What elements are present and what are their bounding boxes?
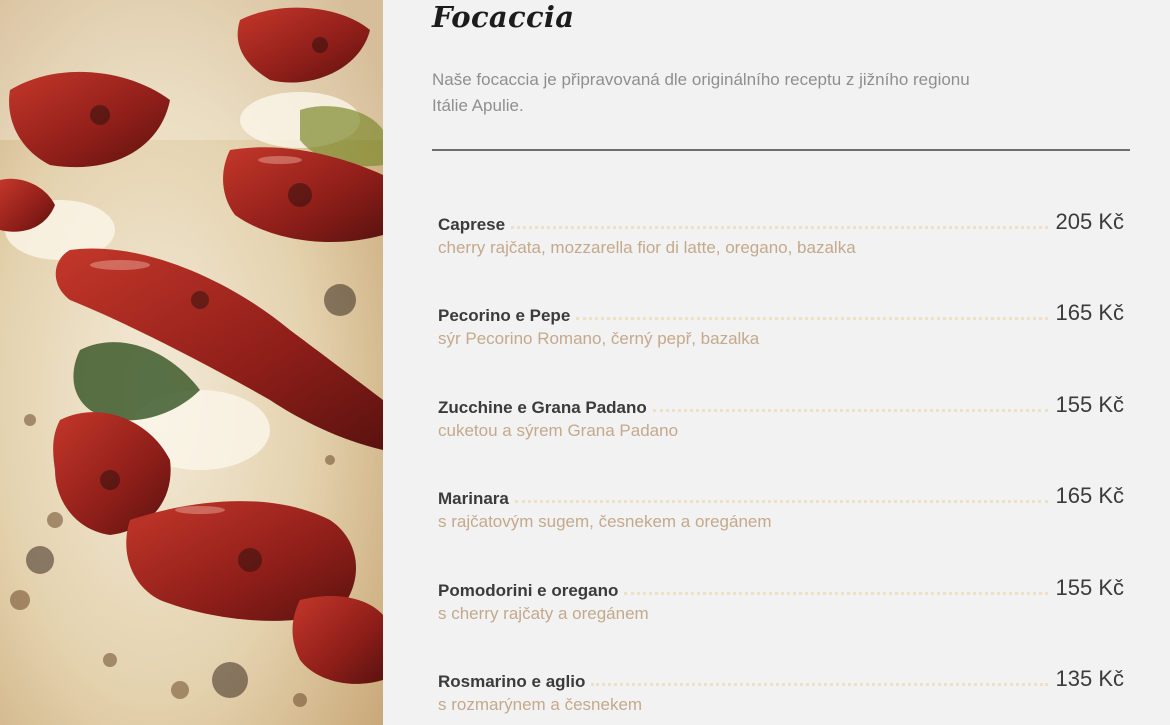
- item-name: Zucchine e Grana Padano: [438, 398, 647, 417]
- focaccia-illustration: [0, 0, 383, 725]
- item-price: 135 Kč: [1055, 666, 1125, 691]
- menu-section: Focaccia Naše focaccia je připravovaná d…: [432, 0, 1130, 725]
- dot-leader: [511, 226, 1048, 229]
- menu-item: Rosmarino e aglio 135 Kč s rozmarýnem a …: [438, 662, 1124, 722]
- item-name: Pecorino e Pepe: [438, 306, 571, 325]
- item-name: Caprese: [438, 215, 506, 234]
- item-description: cherry rajčata, mozzarella fior di latte…: [438, 238, 856, 257]
- item-name: Pomodorini e oregano: [438, 581, 619, 600]
- item-name: Rosmarino e aglio: [438, 672, 586, 691]
- dot-leader: [576, 317, 1048, 320]
- section-title: Focaccia: [432, 0, 575, 34]
- item-price: 165 Kč: [1055, 300, 1125, 325]
- item-description: sýr Pecorino Romano, černý pepř, bazalka: [438, 329, 760, 348]
- dot-leader: [591, 683, 1048, 686]
- item-description: s rozmarýnem a česnekem: [438, 695, 643, 714]
- dot-leader: [514, 500, 1048, 503]
- dot-leader: [652, 409, 1048, 412]
- section-divider: [432, 149, 1130, 151]
- item-description: cuketou a sýrem Grana Padano: [438, 421, 679, 440]
- item-price: 155 Kč: [1055, 575, 1125, 600]
- menu-item: Pecorino e Pepe 165 Kč sýr Pecorino Roma…: [438, 296, 1124, 356]
- menu-item: Caprese 205 Kč cherry rajčata, mozzarell…: [438, 205, 1124, 265]
- item-description: s rajčatovým sugem, česnekem a oregánem: [438, 512, 772, 531]
- menu-item: Zucchine e Grana Padano 155 Kč cuketou a…: [438, 388, 1124, 448]
- item-price: 155 Kč: [1055, 392, 1125, 417]
- dot-leader: [624, 592, 1048, 595]
- item-description: s cherry rajčaty a oregánem: [438, 604, 649, 623]
- item-price: 165 Kč: [1055, 483, 1125, 508]
- section-intro: Naše focaccia je připravovaná dle origin…: [432, 70, 970, 115]
- item-name: Marinara: [438, 489, 509, 508]
- focaccia-photo: [0, 0, 383, 725]
- item-price: 205 Kč: [1055, 209, 1125, 234]
- menu-item: Pomodorini e oregano 155 Kč s cherry raj…: [438, 571, 1124, 631]
- menu-item: Marinara 165 Kč s rajčatovým sugem, česn…: [438, 479, 1124, 539]
